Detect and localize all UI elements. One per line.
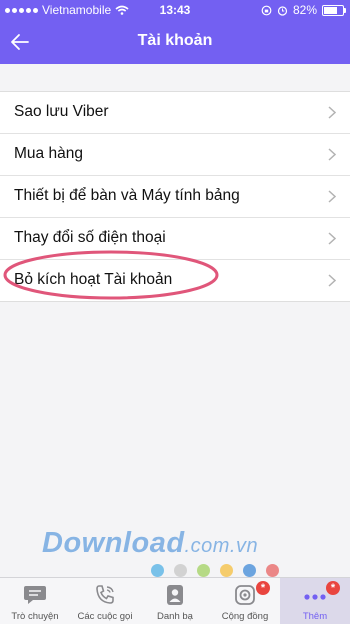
tab-chats[interactable]: Trò chuyện bbox=[0, 578, 70, 624]
chevron-right-icon bbox=[328, 190, 336, 203]
tab-label: Cộng đồng bbox=[221, 611, 269, 622]
page-title: Tài khoản bbox=[137, 32, 213, 49]
menu-item-change-phone[interactable]: Thay đổi số điện thoại bbox=[0, 218, 350, 260]
notification-badge: * bbox=[256, 581, 270, 595]
chat-bubble-icon bbox=[24, 586, 46, 604]
watermark-dot bbox=[243, 564, 256, 577]
menu-item-label: Mua hàng bbox=[14, 145, 83, 162]
menu-item-desktop-tablets[interactable]: Thiết bị để bàn và Máy tính bảng bbox=[0, 176, 350, 218]
contact-icon bbox=[167, 585, 183, 605]
watermark-brand: Download bbox=[42, 527, 185, 559]
tab-label: Danh bạ bbox=[157, 611, 193, 622]
tab-community[interactable]: * Cộng đồng bbox=[210, 578, 280, 624]
chevron-right-icon bbox=[328, 106, 336, 119]
watermark-dot bbox=[266, 564, 279, 577]
nav-bar: Tài khoản bbox=[0, 20, 350, 64]
chevron-right-icon bbox=[328, 232, 336, 245]
watermark-dot bbox=[197, 564, 210, 577]
phone-icon bbox=[96, 585, 114, 604]
rotation-lock-icon bbox=[261, 5, 272, 15]
menu-item-purchases[interactable]: Mua hàng bbox=[0, 134, 350, 176]
menu-item-label: Thiết bị để bàn và Máy tính bảng bbox=[14, 187, 240, 204]
battery-percent: 82% bbox=[292, 3, 317, 17]
chevron-right-icon bbox=[328, 274, 336, 287]
status-bar: Vietnamobile 13:43 82% bbox=[0, 0, 350, 20]
alarm-icon bbox=[277, 5, 288, 16]
menu-item-label: Sao lưu Viber bbox=[14, 103, 109, 120]
bottom-tab-bar: Trò chuyện Các cuộc gọi Danh bạ * Cộng đ… bbox=[0, 577, 350, 624]
tab-label: Các cuộc gọi bbox=[77, 611, 133, 622]
menu-item-deactivate-account[interactable]: Bỏ kích hoạt Tài khoản bbox=[0, 260, 350, 301]
menu-item-label: Thay đổi số điện thoại bbox=[14, 229, 166, 246]
notification-badge: * bbox=[326, 581, 340, 595]
status-right: 82% bbox=[261, 3, 346, 17]
tab-calls[interactable]: Các cuộc gọi bbox=[70, 578, 140, 624]
battery-icon bbox=[322, 4, 346, 16]
tab-contacts[interactable]: Danh bạ bbox=[140, 578, 210, 624]
chevron-right-icon bbox=[328, 148, 336, 161]
watermark-domain: .com.vn bbox=[184, 535, 259, 557]
tab-more[interactable]: * Thêm bbox=[280, 578, 350, 624]
more-dots-icon bbox=[304, 594, 326, 600]
watermark-dot bbox=[151, 564, 164, 577]
app-header: Vietnamobile 13:43 82% Tài khoản bbox=[0, 0, 350, 64]
watermark-dot bbox=[220, 564, 233, 577]
menu-item-backup[interactable]: Sao lưu Viber bbox=[0, 92, 350, 134]
watermark-dots bbox=[151, 564, 279, 577]
watermark-dot bbox=[174, 564, 187, 577]
menu-item-label: Bỏ kích hoạt Tài khoản bbox=[14, 271, 173, 288]
account-menu: Sao lưu Viber Mua hàng Thiết bị để bàn v… bbox=[0, 91, 350, 302]
tab-label: Thêm bbox=[302, 611, 328, 622]
tab-label: Trò chuyện bbox=[11, 611, 59, 622]
watermark-logo: Download.com.vn bbox=[42, 527, 258, 560]
community-icon bbox=[235, 585, 255, 605]
